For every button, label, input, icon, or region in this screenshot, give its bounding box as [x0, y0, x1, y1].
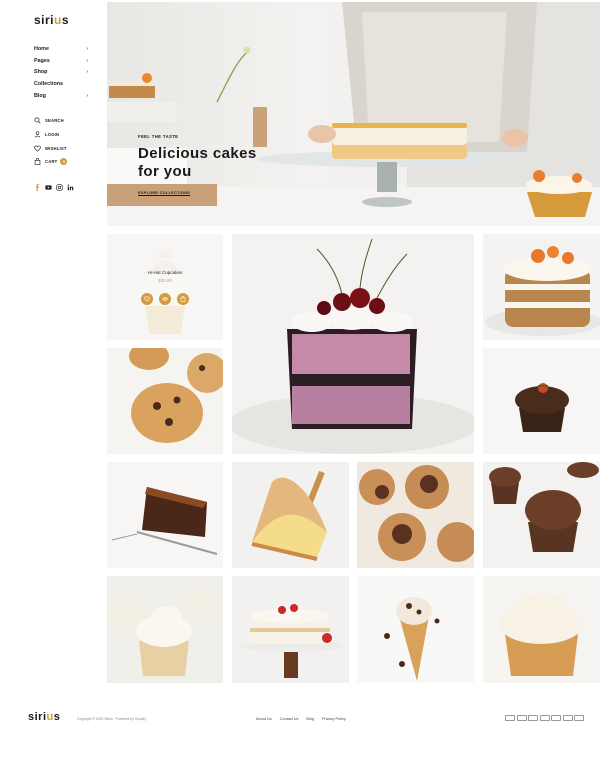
wishlist-link[interactable]: WISHLIST	[34, 141, 67, 155]
product-image	[359, 465, 474, 562]
product-image	[239, 604, 343, 678]
product-image	[111, 487, 218, 555]
nav-item-shop[interactable]: Shop ›	[34, 67, 88, 79]
search-icon	[34, 117, 41, 124]
product-tile-strawberry-cake[interactable]	[232, 576, 349, 683]
product-tile-chocolate-pie[interactable]	[107, 462, 223, 568]
apple-pay-icon	[516, 715, 527, 721]
product-image	[251, 470, 327, 561]
chevron-right-icon: ›	[86, 93, 88, 100]
search-link[interactable]: SEARCH	[34, 114, 67, 128]
quick-view-button[interactable]	[159, 293, 171, 305]
product-tile-frosted-cupcake[interactable]	[483, 576, 600, 683]
chevron-right-icon: ›	[86, 69, 88, 76]
product-tile-chocolate-cupcake[interactable]	[483, 348, 600, 454]
heart-icon	[34, 145, 41, 152]
heart-icon	[144, 296, 150, 302]
utility-nav: SEARCH LOGIN WISHLIST CART 0	[34, 114, 68, 169]
nav-label: Collections	[34, 81, 64, 88]
discover-icon	[539, 715, 550, 721]
eye-icon	[162, 297, 168, 301]
cart-link[interactable]: CART 0	[34, 155, 68, 169]
nav-label: Blog	[34, 93, 46, 100]
footer-link-about[interactable]: About Us	[256, 717, 272, 721]
footer-link-contact[interactable]: Contact Us	[280, 717, 299, 721]
chevron-right-icon: ›	[86, 45, 88, 52]
product-name: Hi-Hat Cupcakes	[147, 270, 183, 275]
product-price: $39.00	[158, 278, 172, 283]
product-image	[499, 594, 583, 676]
explore-collections-link[interactable]: EXPLORE COLLECTIONS	[138, 191, 191, 196]
product-tile-chocolate-frosted-cupcakes[interactable]	[483, 462, 600, 568]
amex-icon	[505, 715, 515, 721]
instagram-icon[interactable]	[56, 184, 63, 191]
chevron-right-icon: ›	[86, 57, 88, 64]
nav-item-blog[interactable]: Blog ›	[34, 90, 88, 102]
product-tile-ice-cream-cone[interactable]	[357, 576, 474, 683]
mastercard-icon	[562, 715, 573, 721]
hero-text: FEEL THE TASTE Delicious cakes for you E…	[138, 134, 278, 199]
product-image	[129, 348, 223, 443]
paypal-icon	[574, 715, 584, 721]
product-image	[485, 246, 600, 336]
product-image	[232, 238, 474, 454]
nav-label: Shop	[34, 69, 48, 76]
product-tile-hi-hat-cupcakes[interactable]: Hi-Hat Cupcakes $39.00	[107, 234, 223, 340]
product-actions	[141, 293, 189, 305]
nav-item-pages[interactable]: Pages ›	[34, 55, 88, 67]
login-link[interactable]: LOGIN	[34, 128, 67, 142]
footer-link-blog[interactable]: Blog	[306, 717, 314, 721]
user-icon	[34, 131, 41, 138]
main-nav: Home › Pages › Shop › Collections Blog ›	[34, 43, 88, 102]
nav-item-collections[interactable]: Collections	[34, 78, 88, 90]
product-image	[384, 597, 440, 681]
product-tile-carrot-cake[interactable]	[483, 234, 600, 340]
diners-icon	[528, 715, 538, 721]
footer-logo[interactable]: sirius	[28, 711, 60, 723]
facebook-icon[interactable]	[34, 184, 41, 191]
product-image	[140, 250, 190, 334]
linkedin-icon[interactable]	[67, 184, 74, 191]
cart-count-badge: 0	[60, 158, 68, 166]
add-to-cart-button[interactable]	[177, 293, 189, 305]
footer-link-privacy[interactable]: Privacy Policy	[322, 717, 346, 721]
product-image	[515, 383, 569, 432]
logo[interactable]: sirius	[34, 13, 69, 27]
add-to-wishlist-button[interactable]	[141, 293, 153, 305]
nav-label: Home	[34, 45, 49, 52]
product-tile-chocolate-chip-muffins[interactable]	[107, 348, 223, 454]
product-image	[489, 462, 599, 552]
google-pay-icon	[551, 715, 561, 721]
footer-links: About Us Contact Us Blog Privacy Policy	[256, 717, 346, 721]
product-tile-peanut-butter-cookies[interactable]	[357, 462, 474, 568]
sidebar: sirius Home › Pages › Shop › Collections Bl…	[0, 0, 107, 240]
nav-item-home[interactable]: Home ›	[34, 43, 88, 55]
hero-headline: Delicious cakes for you	[138, 145, 257, 180]
product-tile-lemon-meringue-pie[interactable]	[232, 462, 349, 568]
bag-icon	[180, 296, 186, 302]
product-image	[107, 590, 222, 676]
copyright: Copyright © 2022 Sirius · Powered by Sho…	[77, 717, 147, 721]
hero-eyebrow: FEEL THE TASTE	[138, 134, 179, 139]
social-links	[34, 184, 74, 191]
product-tile-forest-cake[interactable]	[232, 234, 474, 454]
youtube-icon[interactable]	[45, 184, 52, 191]
bag-icon	[34, 158, 41, 166]
product-tile-vanilla-cupcakes[interactable]	[107, 576, 223, 683]
hero-banner: FEEL THE TASTE Delicious cakes for you E…	[107, 2, 600, 226]
nav-label: Pages	[34, 57, 50, 64]
payment-icons	[505, 715, 584, 721]
